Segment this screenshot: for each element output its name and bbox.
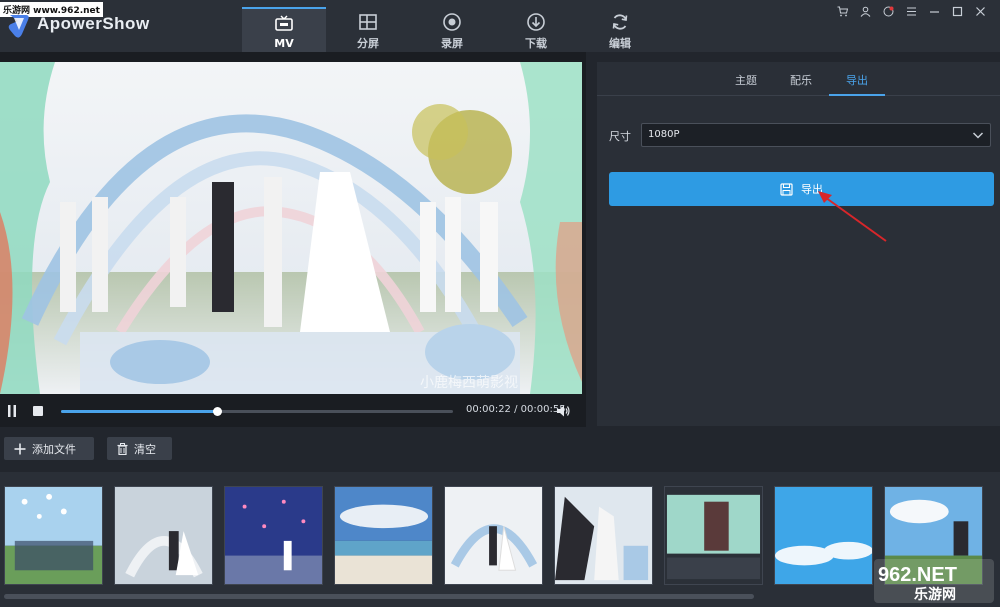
size-dropdown[interactable]: 1080P xyxy=(641,123,991,147)
record-icon xyxy=(443,13,461,31)
thumb-flower-arch[interactable] xyxy=(444,486,543,585)
player-controls: 00:00:22 / 00:00:55 xyxy=(0,394,586,427)
menu-icon xyxy=(907,7,916,15)
close-icon xyxy=(976,6,985,16)
file-toolbar: 添加文件 清空 xyxy=(0,433,1000,465)
size-label: 尺寸 xyxy=(609,130,631,143)
window-controls xyxy=(831,4,992,18)
minimize-button[interactable] xyxy=(923,4,946,18)
support-icon xyxy=(883,6,894,16)
tab-split-screen-label: 分屏 xyxy=(357,37,379,50)
media-strip: 962.NET 乐游网 xyxy=(0,472,1000,607)
save-icon xyxy=(780,182,793,196)
thumb-app-screenshot[interactable] xyxy=(664,486,763,585)
tab-music[interactable]: 配乐 xyxy=(790,72,812,88)
annotation-arrow xyxy=(818,191,887,242)
tab-download-label: 下载 xyxy=(525,37,547,50)
main-nav: MV 分屏 录屏 下载 编辑 xyxy=(242,7,662,52)
cart-button[interactable] xyxy=(831,4,854,18)
settings-panel: 主题 配乐 导出 尺寸 1080P 导出 xyxy=(597,62,1000,426)
title-bar: 乐游网 www.962.net ApowerShow MV 分屏 录屏 下载 编… xyxy=(0,0,1000,52)
tab-mv-label: MV xyxy=(274,37,294,50)
corner-watermark: 962.NET 乐游网 xyxy=(874,559,994,603)
clear-label: 清空 xyxy=(134,442,156,456)
tv-icon xyxy=(275,15,293,31)
tab-mv[interactable]: MV xyxy=(242,7,326,52)
chevron-down-icon xyxy=(972,132,984,139)
video-preview-frame[interactable]: 小鹿梅西萌影视 xyxy=(0,62,582,394)
close-button[interactable] xyxy=(969,4,992,18)
maximize-icon xyxy=(952,6,963,16)
maximize-button[interactable] xyxy=(946,4,969,18)
app-title: ApowerShow xyxy=(37,14,150,33)
progress-fill xyxy=(61,410,218,413)
tab-split-screen[interactable]: 分屏 xyxy=(326,7,410,52)
minimize-icon xyxy=(930,10,939,13)
thumb-beach-sky[interactable] xyxy=(334,486,433,585)
user-icon xyxy=(860,6,871,17)
volume-icon[interactable] xyxy=(556,404,570,418)
time-display: 00:00:22 / 00:00:55 xyxy=(466,404,566,415)
video-preview-pane: 小鹿梅西萌影视 00:00:22 / 00:00:55 xyxy=(0,52,586,427)
user-button[interactable] xyxy=(854,4,877,18)
add-file-label: 添加文件 xyxy=(32,442,76,456)
refresh-edit-icon xyxy=(612,14,628,30)
tab-export[interactable]: 导出 xyxy=(846,72,868,88)
thumb-balloons[interactable] xyxy=(4,486,103,585)
support-button[interactable] xyxy=(877,4,900,18)
active-tab-indicator xyxy=(829,94,885,96)
tab-download[interactable]: 下载 xyxy=(494,7,578,52)
progress-handle[interactable] xyxy=(213,407,223,416)
horizontal-scrollbar[interactable] xyxy=(4,594,754,599)
tab-record-label: 录屏 xyxy=(441,37,463,50)
panel-tabs: 主题 配乐 导出 xyxy=(597,62,1000,96)
export-button[interactable]: 导出 xyxy=(609,172,994,206)
clear-button[interactable]: 清空 xyxy=(107,437,172,460)
progress-bar[interactable] xyxy=(61,407,453,416)
size-value: 1080P xyxy=(648,129,680,140)
split-screen-icon xyxy=(359,14,377,30)
cart-icon xyxy=(837,6,848,16)
tab-theme[interactable]: 主题 xyxy=(735,72,757,88)
pause-icon[interactable] xyxy=(7,405,17,417)
thumb-night-petals[interactable] xyxy=(224,486,323,585)
tab-record[interactable]: 录屏 xyxy=(410,7,494,52)
watermark-line1: 962.NET xyxy=(878,564,957,586)
watermark-line2: 乐游网 xyxy=(914,586,956,602)
thumb-arch-ceremony[interactable] xyxy=(114,486,213,585)
app-logo-icon xyxy=(8,15,29,38)
add-file-button[interactable]: 添加文件 xyxy=(4,437,94,460)
video-watermark: 小鹿梅西萌影视 xyxy=(420,374,518,391)
thumb-blue-clouds[interactable] xyxy=(774,486,873,585)
tab-edit[interactable]: 编辑 xyxy=(578,7,662,52)
stop-icon[interactable] xyxy=(33,406,43,416)
apowershow-window: 乐游网 www.962.net ApowerShow MV 分屏 录屏 下载 编… xyxy=(0,0,1000,607)
tab-edit-label: 编辑 xyxy=(609,37,631,50)
menu-button[interactable] xyxy=(900,4,923,18)
plus-icon xyxy=(14,443,26,454)
download-icon xyxy=(527,13,545,31)
trash-icon xyxy=(117,442,128,455)
thumb-bouquet-toss[interactable] xyxy=(554,486,653,585)
